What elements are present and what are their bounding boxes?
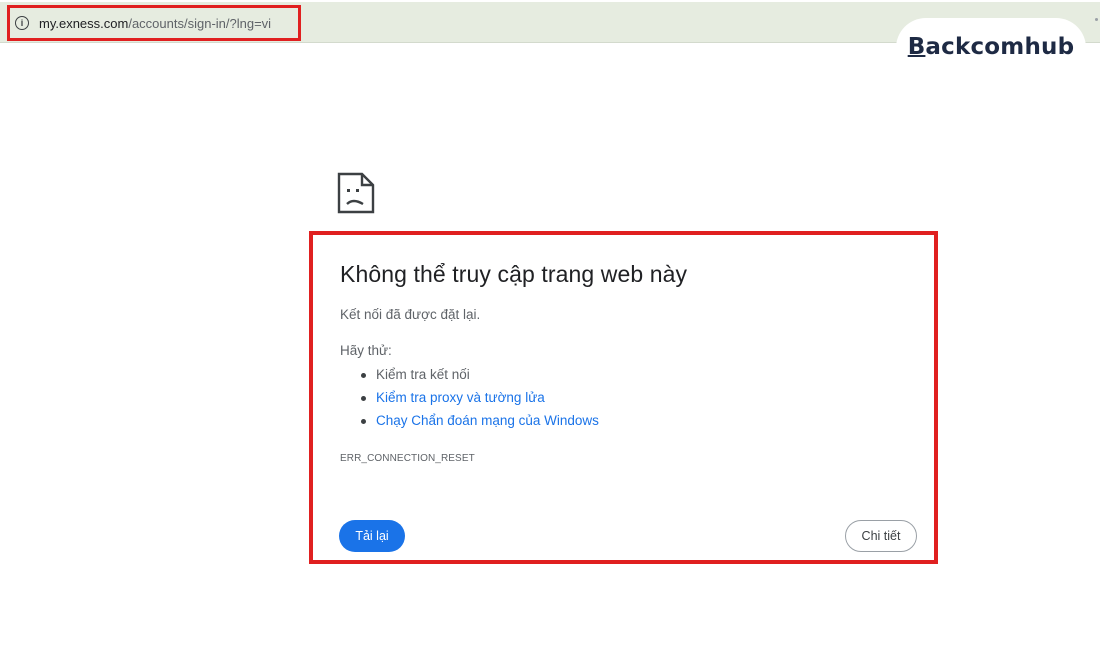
url-path: /accounts/sign-in/?lng=vi <box>128 15 272 31</box>
details-button[interactable]: Chi tiết <box>845 520 917 552</box>
reload-button[interactable]: Tải lại <box>339 520 405 552</box>
brand-logo: Backcomhub <box>908 34 1075 60</box>
suggestion-run-diagnostics-link[interactable]: Chạy Chẩn đoán mạng của Windows <box>340 409 599 432</box>
toolbar-menu-icon[interactable] <box>1095 18 1098 21</box>
url-text[interactable]: my.exness.com/accounts/sign-in/?lng=vi <box>39 16 271 31</box>
brand-initial: B <box>907 34 926 60</box>
error-title: Không thể truy cập trang web này <box>340 261 688 287</box>
url-host: my.exness.com <box>39 15 129 31</box>
brand-rest: ackcomhub <box>925 34 1075 60</box>
browser-error-page: i my.exness.com/accounts/sign-in/?lng=vi… <box>0 0 1100 660</box>
error-code: ERR_CONNECTION_RESET <box>340 453 475 464</box>
error-subtitle: Kết nối đã được đặt lại. <box>340 307 481 322</box>
error-content-box: Không thể truy cập trang web này Kết nối… <box>309 231 938 564</box>
info-icon[interactable]: i <box>15 16 29 30</box>
suggestion-check-proxy-link[interactable]: Kiểm tra proxy và tường lửa <box>340 386 599 409</box>
sad-page-icon <box>337 172 375 214</box>
omnibox[interactable]: i my.exness.com/accounts/sign-in/?lng=vi <box>7 5 301 41</box>
suggestion-check-connection: Kiểm tra kết nối <box>340 363 599 386</box>
try-label: Hãy thử: <box>340 343 392 358</box>
brand-watermark: Backcomhub <box>896 18 1086 76</box>
suggestion-list: Kiểm tra kết nối Kiểm tra proxy và tường… <box>340 363 599 432</box>
